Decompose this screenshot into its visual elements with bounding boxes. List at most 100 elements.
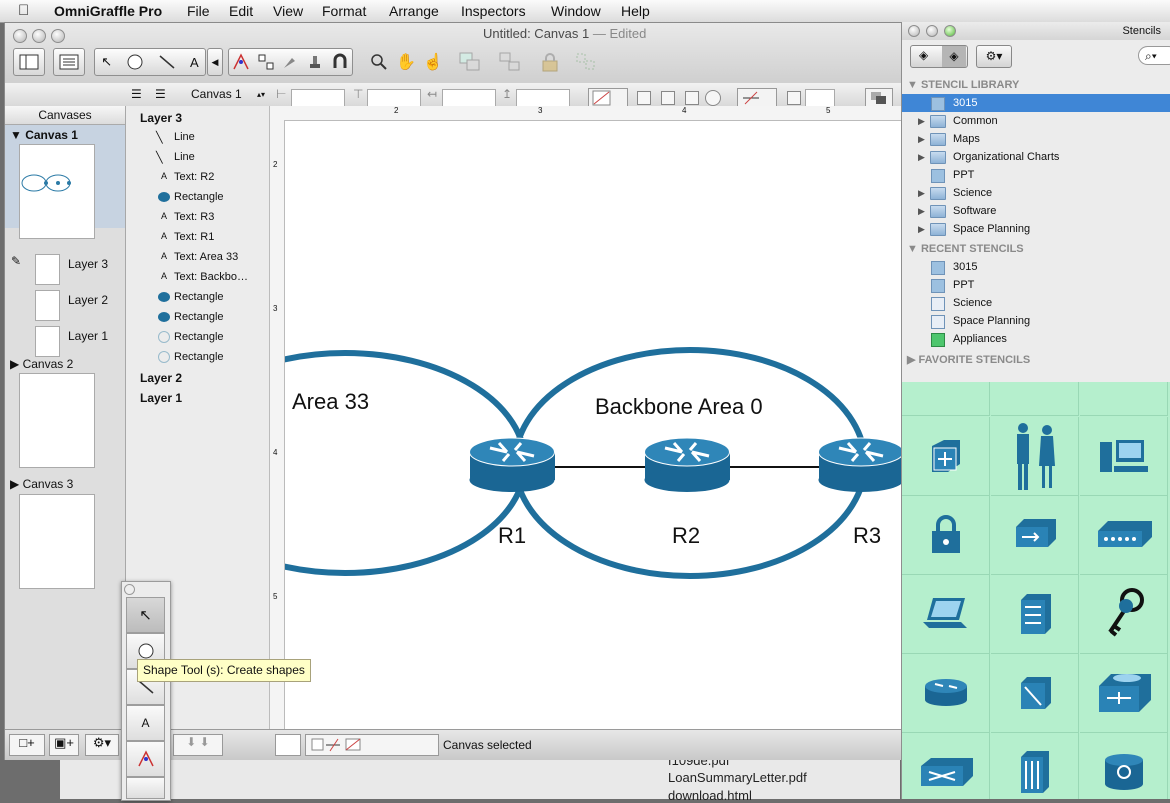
router-r2-label[interactable]: R2 [672, 523, 700, 549]
stencil-shape[interactable] [1080, 382, 1168, 416]
stencil-shape[interactable] [991, 382, 1079, 416]
outline-item[interactable]: A Text: R2 [144, 171, 214, 183]
router-r1[interactable] [469, 437, 556, 492]
recent-stencil-item[interactable]: Science [902, 294, 1170, 312]
stencil-shape[interactable] [902, 496, 990, 575]
drawing-canvas[interactable]: 2 3 4 5 2 3 4 5 Area 33 Backbone Area 0 … [270, 106, 901, 738]
stencil-zoom-button[interactable] [944, 25, 956, 37]
tool-collapse-button[interactable]: ◀ [207, 48, 223, 76]
favorite-stencils-header[interactable]: ▶ FAVORITE STENCILS [907, 353, 1030, 366]
disclosure-triangle-icon[interactable]: ▶ [918, 148, 925, 166]
canvas-selector[interactable]: Canvas 1 ▴▾ [183, 86, 267, 103]
disclosure-triangle-icon[interactable]: ▶ [918, 202, 925, 220]
outline-item[interactable]: A Text: Backbo… [144, 271, 248, 283]
outline-item[interactable]: A Text: Area 33 [144, 251, 238, 263]
layer-2-label[interactable]: Layer 2 [68, 293, 108, 307]
stencil-library-header[interactable]: ▼ STENCIL LIBRARY [907, 79, 1019, 91]
stencil-shape[interactable] [1080, 496, 1168, 575]
action-gear-button[interactable]: ⚙▾ [85, 734, 119, 756]
stencil-shape[interactable] [1080, 417, 1168, 496]
outline-item[interactable]: Rectangle [144, 331, 224, 343]
height-field[interactable] [516, 89, 570, 107]
router-r1-label[interactable]: R1 [498, 523, 526, 549]
stencil-folder-space-planning[interactable]: ▶ Space Planning [902, 220, 1170, 238]
stencil-search-field[interactable]: ⌕▾ [1138, 46, 1170, 65]
layer-1-thumbnail[interactable] [35, 326, 60, 357]
align-button[interactable] [571, 47, 601, 77]
layer-1-label[interactable]: Layer 1 [68, 329, 108, 343]
stencil-shape[interactable] [991, 496, 1079, 575]
stencil-close-button[interactable] [908, 25, 920, 37]
line-weight-field[interactable] [805, 89, 835, 107]
stencil-shape[interactable] [902, 382, 990, 416]
text-tool-icon[interactable]: A [190, 55, 199, 70]
stencil-shape[interactable] [991, 733, 1079, 799]
stencil-folder-science[interactable]: ▶ Science [902, 184, 1170, 202]
x-position-field[interactable] [291, 89, 345, 107]
disclosure-triangle-icon[interactable]: ▶ [918, 130, 925, 148]
disclosure-triangle-icon[interactable]: ▶ [918, 184, 925, 202]
canvas-3-thumbnail[interactable] [19, 494, 95, 589]
area-33-label[interactable]: Area 33 [292, 389, 369, 415]
outline-item[interactable]: A Text: R3 [144, 211, 214, 223]
disclosure-triangle-icon[interactable]: ▶ [918, 220, 925, 238]
canvas-color-well[interactable] [275, 734, 301, 756]
shape-tool-icon[interactable] [125, 52, 145, 72]
layer-3-thumbnail[interactable] [35, 254, 60, 285]
menu-file[interactable]: File [187, 3, 210, 19]
zoom-tool-button[interactable] [364, 47, 394, 77]
outline-layer-1[interactable]: Layer 1 [140, 391, 182, 405]
outline-layer-3[interactable]: Layer 3 [140, 111, 182, 125]
canvas-1-label[interactable]: ▼ Canvas 1 [10, 128, 78, 142]
y-position-field[interactable] [367, 89, 421, 107]
add-canvas-button[interactable]: □+ [9, 734, 45, 756]
add-layer-button[interactable]: ▣+ [49, 734, 79, 756]
minimize-button[interactable] [32, 29, 46, 43]
recent-stencil-item[interactable]: Appliances [902, 330, 1170, 348]
move-layer-buttons[interactable]: ⬇ ⬇ [173, 734, 223, 756]
outline-item[interactable]: Rectangle [144, 311, 224, 323]
sidebar-toggle-button[interactable] [13, 48, 45, 76]
stencil-folder-common[interactable]: ▶ Common [902, 112, 1170, 130]
menu-app-name[interactable]: OmniGraffle Pro [54, 3, 162, 19]
style-tray[interactable] [305, 734, 439, 756]
stencil-shape[interactable] [902, 654, 990, 733]
canvas-2-thumbnail[interactable] [19, 373, 95, 468]
zoom-button[interactable] [51, 29, 65, 43]
stencil-shape[interactable] [1080, 654, 1168, 733]
canvas-2-label[interactable]: ▶ Canvas 2 [10, 357, 73, 371]
browse-tool-button[interactable]: ☝ [418, 47, 448, 77]
desktop-file[interactable]: download.html [668, 788, 752, 803]
apple-icon[interactable]:  [18, 2, 29, 19]
canvas-1-thumbnail[interactable] [19, 144, 95, 239]
recent-stencil-item[interactable]: 3015 [902, 258, 1170, 276]
menu-help[interactable]: Help [621, 3, 650, 19]
stencil-action-button[interactable]: ⚙▾ [976, 45, 1012, 68]
stencil-shape[interactable] [1080, 733, 1168, 799]
close-button[interactable] [13, 29, 27, 43]
outline-layer-2[interactable]: Layer 2 [140, 371, 182, 385]
outline-item[interactable]: A Text: R1 [144, 231, 214, 243]
palette-more-tool[interactable] [126, 777, 165, 799]
diagram-tool-icon[interactable] [256, 52, 276, 72]
outline-list-view-icon[interactable]: ☰ [155, 87, 166, 101]
selection-tool-icon[interactable]: ↖ [101, 54, 112, 70]
layer-3-label[interactable]: Layer 3 [68, 257, 108, 271]
menu-edit[interactable]: Edit [229, 3, 253, 19]
stencil-minimize-button[interactable] [926, 25, 938, 37]
stencil-shape[interactable] [991, 575, 1079, 654]
palette-pen-tool[interactable] [126, 741, 165, 777]
menu-inspectors[interactable]: Inspectors [461, 3, 526, 19]
palette-selection-tool[interactable]: ↖ [126, 597, 165, 633]
outline-item[interactable]: ╲ Line [144, 151, 195, 164]
corner-toggle[interactable] [685, 91, 699, 105]
outline-item[interactable]: Rectangle [144, 291, 224, 303]
desktop-file[interactable]: LoanSummaryLetter.pdf [668, 770, 807, 785]
outline-item[interactable]: ╲ Line [144, 131, 195, 144]
stencil-shape[interactable] [902, 733, 990, 799]
recent-stencils-header[interactable]: ▼ RECENT STENCILS [907, 243, 1024, 255]
menu-window[interactable]: Window [551, 3, 601, 19]
router-r3[interactable] [818, 437, 902, 492]
router-r3-label[interactable]: R3 [853, 523, 881, 549]
stencil-folder-org-charts[interactable]: ▶ Organizational Charts [902, 148, 1170, 166]
